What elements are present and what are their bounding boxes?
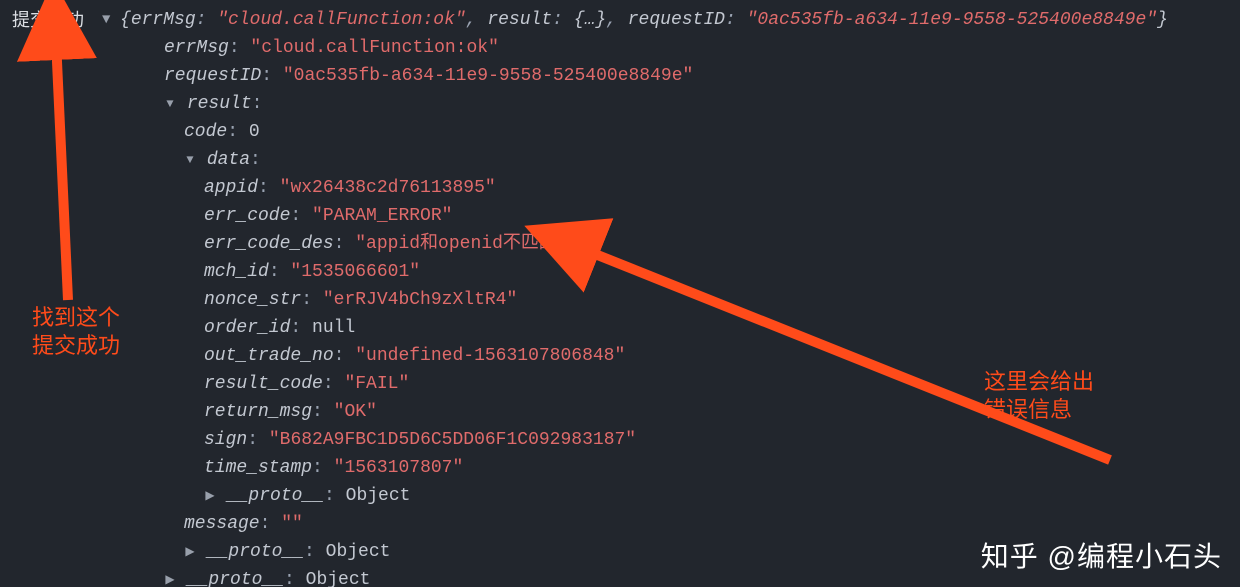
row-errmsg[interactable]: errMsg: "cloud.callFunction:ok" [12, 34, 1240, 62]
row-order-id[interactable]: order_id: null [12, 314, 1240, 342]
watermark: 知乎 @编程小石头 [981, 535, 1222, 575]
row-proto-2[interactable]: ▶ __proto__: Object [12, 482, 1240, 510]
row-err-code-des[interactable]: err_code_des: "appid和openid不匹配" [12, 230, 1240, 258]
log-prefix: 提交成功 [12, 6, 84, 32]
row-out-trade-no[interactable]: out_trade_no: "undefined-1563107806848" [12, 342, 1240, 370]
annotation-left: 找到这个 提交成功 [32, 304, 120, 360]
row-result[interactable]: ▼ result: [12, 90, 1240, 118]
row-message[interactable]: message: "" [12, 510, 1240, 538]
chevron-down-icon[interactable]: ▼ [164, 90, 176, 118]
row-sign[interactable]: sign: "B682A9FBC1D5D6C5DD06F1C092983187" [12, 426, 1240, 454]
chevron-right-icon[interactable]: ▶ [184, 538, 196, 566]
devtools-console: 提交成功 ▼ {errMsg: "cloud.callFunction:ok",… [0, 0, 1240, 587]
chevron-right-icon[interactable]: ▶ [164, 566, 176, 587]
row-time-stamp[interactable]: time_stamp: "1563107807" [12, 454, 1240, 482]
row-code[interactable]: code: 0 [12, 118, 1240, 146]
log-summary[interactable]: {errMsg: "cloud.callFunction:ok", result… [120, 6, 1168, 34]
expand-icon[interactable]: ▼ [102, 12, 110, 28]
annotation-right: 这里会给出 错误信息 [984, 368, 1094, 424]
chevron-right-icon[interactable]: ▶ [204, 482, 216, 510]
row-mch-id[interactable]: mch_id: "1535066601" [12, 258, 1240, 286]
row-appid[interactable]: appid: "wx26438c2d76113895" [12, 174, 1240, 202]
row-err-code[interactable]: err_code: "PARAM_ERROR" [12, 202, 1240, 230]
row-nonce-str[interactable]: nonce_str: "erRJV4bCh9zXltR4" [12, 286, 1240, 314]
row-requestid[interactable]: requestID: "0ac535fb-a634-11e9-9558-5254… [12, 62, 1240, 90]
row-data[interactable]: ▼ data: [12, 146, 1240, 174]
chevron-down-icon[interactable]: ▼ [184, 146, 196, 174]
